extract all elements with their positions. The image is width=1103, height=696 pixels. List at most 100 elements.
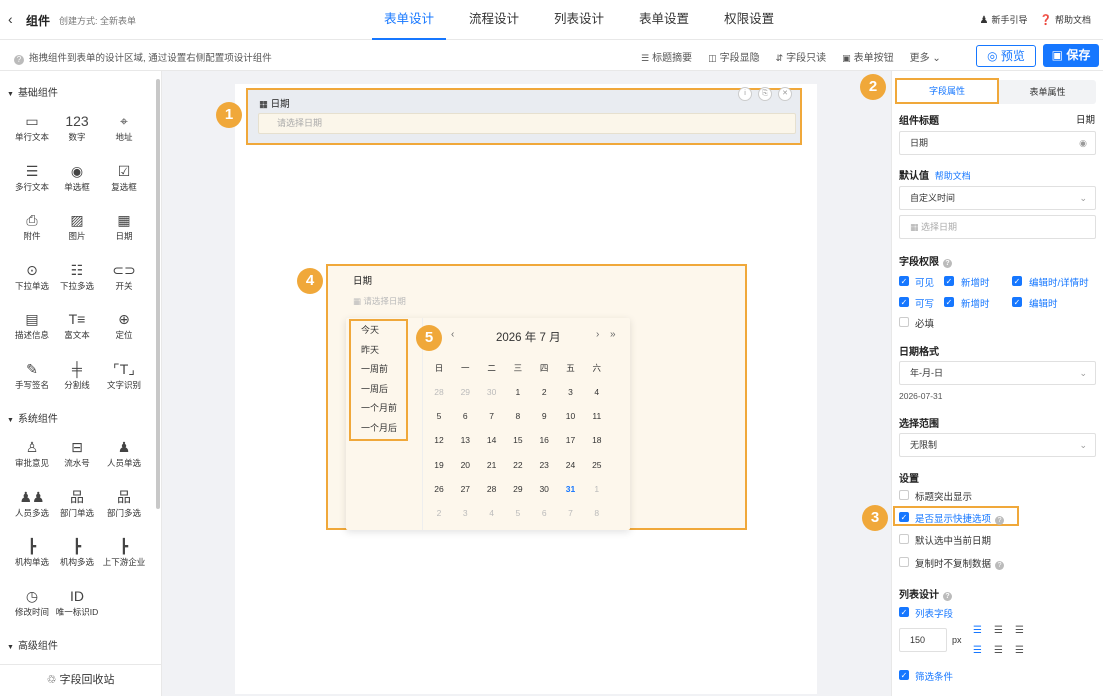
highlight-title-checkbox[interactable] [899,490,909,500]
calendar-day[interactable]: 31 [561,484,581,494]
calendar-day[interactable]: 8 [508,411,528,421]
section-header[interactable]: ▼ 基础组件 [7,84,58,99]
align-center-icon[interactable]: ☰ [994,625,1003,636]
calendar-day[interactable]: 1 [508,387,528,397]
info-icon[interactable]: i [738,87,752,101]
calendar-day[interactable]: 11 [587,411,607,421]
calendar-day[interactable]: 27 [455,484,475,494]
recycle-bin-button[interactable]: ♲ 字段回收站 [0,664,161,696]
preview-date-input[interactable]: ▦ 请选择日期 [353,293,523,310]
calendar-day[interactable]: 5 [508,508,528,518]
align-right-icon[interactable]: ☰ [1015,625,1024,636]
perm-write-new-checkbox[interactable]: ✓ [944,297,954,307]
list-field-checkbox[interactable]: ✓ [899,607,909,617]
calendar-day[interactable]: 24 [561,460,581,470]
range-select[interactable]: 无限制 ⌄ [899,433,1096,457]
tool-field-readonly[interactable]: ⇵ 字段只读 [776,49,827,64]
calendar-day[interactable]: 5 [429,411,449,421]
perm-visible-checkbox[interactable]: ✓ [899,276,909,286]
component-item[interactable]: ♟ 人员单选 [100,437,148,469]
tab-form-design[interactable]: 表单设计 [372,0,447,40]
component-item[interactable]: ♟♟ 人员多选 [8,487,56,519]
save-button[interactable]: ▣ 保存 [1043,44,1099,67]
tool-field-visibility[interactable]: ◫ 字段显隐 [708,49,760,64]
copy-icon[interactable]: ⎘ [758,87,772,101]
component-item[interactable]: ☑ 复选框 [100,161,148,193]
component-item[interactable]: ┣ 上下游企业 [100,536,148,568]
component-item[interactable]: ┣ 机构单选 [8,536,56,568]
shortcut-item[interactable]: 一个月后 [351,419,406,439]
calendar-day[interactable]: 1 [587,484,607,494]
default-date-input[interactable]: ▦ 选择日期 [899,215,1096,239]
help-doc-link[interactable]: ❓ 帮助文档 [1040,13,1091,26]
section-header[interactable]: ▼ 高级组件 [7,637,58,652]
component-item[interactable]: ♙ 审批意见 [8,437,56,469]
calendar-day[interactable]: 22 [508,460,528,470]
calendar-day[interactable]: 28 [482,484,502,494]
shortcut-item[interactable]: 今天 [351,321,406,341]
component-item[interactable]: T≡ 富文本 [53,309,101,341]
perm-write-checkbox[interactable]: ✓ [899,297,909,307]
shortcut-item[interactable]: 一个月前 [351,399,406,419]
calendar-day[interactable]: 4 [482,508,502,518]
component-item[interactable]: 123 数字 [53,111,101,143]
calendar-day[interactable]: 6 [455,411,475,421]
component-item[interactable]: ◷ 修改时间 [8,586,56,618]
calendar-day[interactable]: 7 [561,508,581,518]
date-format-select[interactable]: 年-月-日 ⌄ [899,361,1096,385]
calendar-day[interactable]: 3 [455,508,475,518]
calendar-day[interactable]: 10 [561,411,581,421]
next-month-icon[interactable]: › [596,329,599,340]
calendar-day[interactable]: 29 [455,387,475,397]
calendar-day[interactable]: 21 [482,460,502,470]
component-item[interactable]: ⊟ 流水号 [53,437,101,469]
calendar-day[interactable]: 19 [429,460,449,470]
tab-list-design[interactable]: 列表设计 [542,0,616,40]
calendar-day[interactable]: 3 [561,387,581,397]
calendar-day[interactable]: 28 [429,387,449,397]
component-item[interactable]: ▭ 单行文本 [8,111,56,143]
calendar-day[interactable]: 2 [429,508,449,518]
shortcut-item[interactable]: 昨天 [351,341,406,361]
calendar-day[interactable]: 15 [508,435,528,445]
calendar-day[interactable]: 9 [534,411,554,421]
calendar-day[interactable]: 7 [482,411,502,421]
guide-link[interactable]: ♟ 新手引导 [980,13,1028,26]
tab-permission-settings[interactable]: 权限设置 [712,0,786,40]
component-title-input[interactable]: 日期 ◉ [899,131,1096,155]
no-copy-checkbox[interactable] [899,557,909,567]
calendar-day[interactable]: 8 [587,508,607,518]
component-item[interactable]: ╪ 分割线 [53,359,101,391]
calendar-day[interactable]: 12 [429,435,449,445]
tab-form-settings[interactable]: 表单设置 [627,0,701,40]
tool-title-summary[interactable]: ☰ 标题摘要 [641,49,692,64]
date-input[interactable]: 请选择日期 [258,113,796,134]
calendar-day[interactable]: 20 [455,460,475,470]
calendar-day[interactable]: 23 [534,460,554,470]
header-align-left-icon[interactable]: ☰ [973,645,982,656]
calendar-day[interactable]: 18 [587,435,607,445]
component-item[interactable]: ▨ 图片 [53,210,101,242]
shortcut-item[interactable]: 一周前 [351,360,406,380]
filter-checkbox[interactable]: ✓ [899,670,909,680]
help-doc-link-2[interactable]: 帮助文档 [935,171,971,181]
default-today-checkbox[interactable] [899,534,909,544]
component-item[interactable]: ▤ 描述信息 [8,309,56,341]
component-item[interactable]: ┣ 机构多选 [53,536,101,568]
calendar-day[interactable]: 30 [534,484,554,494]
component-item[interactable]: ⎙ 附件 [8,210,56,242]
shortcut-item[interactable]: 一周后 [351,380,406,400]
show-shortcuts-checkbox[interactable]: ✓ [899,512,909,522]
calendar-day[interactable]: 2 [534,387,554,397]
component-item[interactable]: ☷ 下拉多选 [53,260,101,292]
perm-required-checkbox[interactable] [899,317,909,327]
column-width-input[interactable]: 150 [899,628,947,652]
component-item[interactable]: ID 唯一标识ID [53,586,101,618]
tool-more[interactable]: 更多 ⌄ [910,49,941,64]
preview-button[interactable]: ◎ 预览 [976,45,1036,67]
calendar-day[interactable]: 13 [455,435,475,445]
component-item[interactable]: ⊕ 定位 [100,309,148,341]
delete-icon[interactable]: ✕ [778,87,792,101]
perm-visible-edit-checkbox[interactable]: ✓ [1012,276,1022,286]
calendar-day[interactable]: 6 [534,508,554,518]
